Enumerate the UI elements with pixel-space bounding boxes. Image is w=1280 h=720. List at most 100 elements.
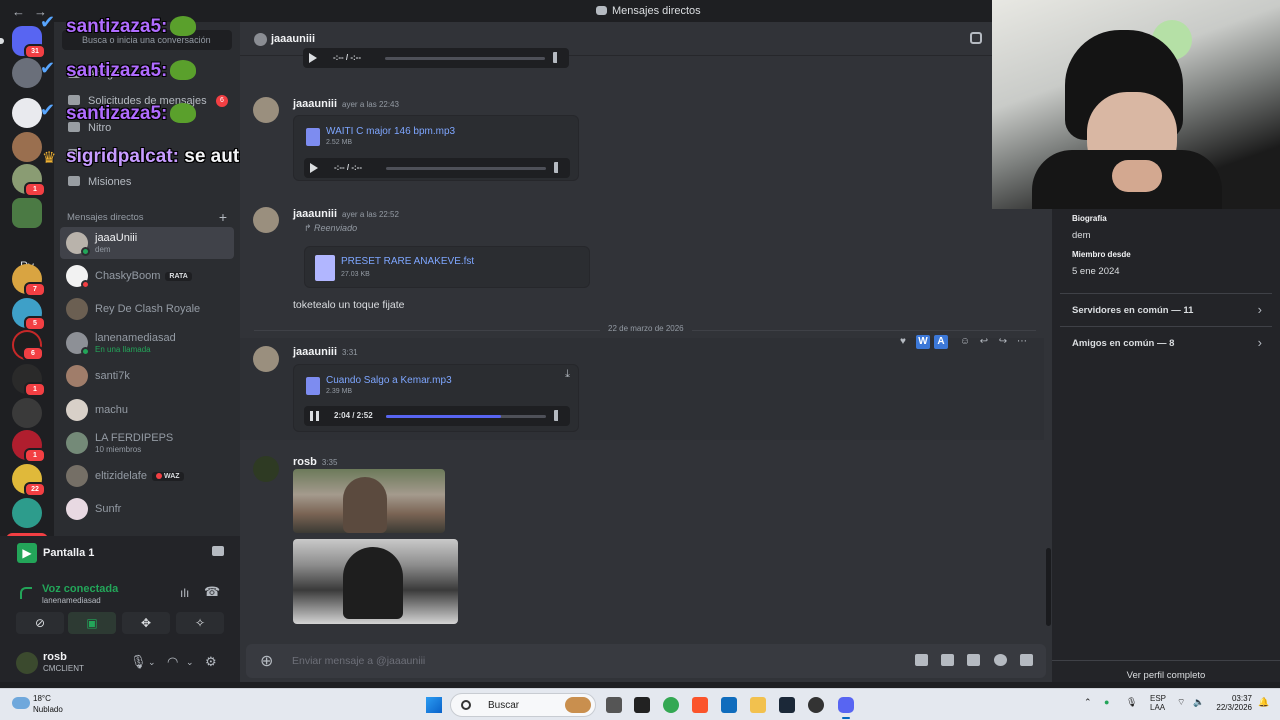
task-view-icon[interactable] xyxy=(606,697,622,713)
chevron-down-icon[interactable]: ⌄ xyxy=(186,657,194,668)
store-icon[interactable] xyxy=(721,697,737,713)
app-icon[interactable] xyxy=(634,697,650,713)
weather-temp[interactable]: 18°C xyxy=(33,694,51,703)
file-link[interactable]: Cuando Salgo a Kemar.mp3 xyxy=(326,375,452,386)
gear-icon[interactable]: ⚙ xyxy=(205,654,217,670)
file-explorer-icon[interactable] xyxy=(750,697,766,713)
menu-quests[interactable]: Misiones xyxy=(62,170,232,194)
heart-reaction-icon[interactable]: ♥ xyxy=(896,335,910,349)
steam-icon[interactable] xyxy=(779,697,795,713)
attach-plus-icon[interactable]: ⊕ xyxy=(260,651,273,671)
dm-item-machu[interactable]: machu xyxy=(60,394,234,426)
audio-player[interactable]: 2:04 / 2:52 xyxy=(304,406,570,426)
microphone-icon[interactable]: 🎙 xyxy=(1126,697,1137,708)
server-icon[interactable]: 5 xyxy=(12,298,46,331)
cloud-icon[interactable] xyxy=(12,697,30,709)
server-icon[interactable] xyxy=(12,58,42,88)
tray-app-icon[interactable]: ● xyxy=(1104,697,1109,707)
brave-icon[interactable] xyxy=(692,697,708,713)
a-reaction-icon[interactable]: A xyxy=(934,335,948,349)
dm-item-rey-de-clash-royale[interactable]: Rey De Clash Royale xyxy=(60,293,234,325)
progress-bar[interactable] xyxy=(386,415,546,418)
create-dm-plus-icon[interactable]: + xyxy=(219,209,227,225)
server-icon[interactable] xyxy=(12,198,42,228)
home-button[interactable]: 31 xyxy=(0,26,46,59)
headphones-icon[interactable]: ◠ xyxy=(167,654,178,670)
add-reaction-icon[interactable]: ☺ xyxy=(958,335,972,349)
phone-call-icon[interactable] xyxy=(970,32,982,44)
back-arrow-icon[interactable]: ← xyxy=(12,4,25,19)
chevron-up-icon[interactable]: ⌃ xyxy=(1084,697,1092,708)
play-icon[interactable] xyxy=(309,53,317,63)
avatar[interactable] xyxy=(253,346,279,372)
notification-bell-icon[interactable]: 🔔 xyxy=(1258,697,1269,708)
dm-item-chaskyboom[interactable]: ChaskyBoom RATA xyxy=(60,260,234,292)
sticker-icon[interactable] xyxy=(967,654,980,666)
message-author[interactable]: jaaauniii ayer a las 22:52 xyxy=(293,208,399,220)
server-icon[interactable]: 1 xyxy=(12,430,46,463)
camera-off-button[interactable]: ⊘ xyxy=(16,612,64,634)
avatar[interactable] xyxy=(253,456,279,482)
activities-button[interactable]: ✥ xyxy=(122,612,170,634)
gif-icon[interactable] xyxy=(941,654,954,666)
server-icon[interactable] xyxy=(12,398,42,428)
gift-icon[interactable] xyxy=(915,654,928,666)
download-icon[interactable]: ⤓ xyxy=(565,368,570,381)
volume-icon[interactable] xyxy=(554,162,564,173)
server-icon[interactable]: 22 xyxy=(12,464,46,497)
pause-icon[interactable] xyxy=(310,411,319,421)
wifi-icon[interactable]: ⌔ xyxy=(1177,697,1185,708)
server-icon[interactable] xyxy=(12,132,42,162)
more-options-icon[interactable]: ⋯ xyxy=(1015,335,1029,349)
dm-item-lanenamediasad[interactable]: lanenamediasad En una llamada xyxy=(60,327,234,359)
dm-item-la-ferdipeps[interactable]: LA FERDIPEPS 10 miembros xyxy=(60,427,234,459)
weather-condition[interactable]: Nublado xyxy=(33,705,63,714)
dm-item-santi7k[interactable]: santi7k xyxy=(60,360,234,392)
server-icon[interactable]: 1 xyxy=(12,364,46,397)
mutual-servers-row[interactable]: Servidores en común — 11 › xyxy=(1060,293,1272,325)
audio-player[interactable]: -:-- / -:-- xyxy=(303,48,569,68)
play-icon[interactable] xyxy=(310,163,318,173)
speaker-icon[interactable]: 🔈 xyxy=(1193,697,1204,708)
apps-icon[interactable] xyxy=(1020,654,1033,666)
taskbar-search[interactable]: Buscar xyxy=(450,693,596,717)
stop-stream-icon[interactable] xyxy=(212,546,224,556)
progress-bar[interactable] xyxy=(386,167,546,170)
voice-status[interactable]: Voz conectada xyxy=(42,583,118,595)
audio-player[interactable]: -:-- / -:-- xyxy=(304,158,570,178)
progress-bar[interactable] xyxy=(385,57,545,60)
voice-channel[interactable]: lanenamediasad xyxy=(42,596,101,605)
message-author[interactable]: jaaauniii 3:31 xyxy=(293,346,358,358)
disconnect-icon[interactable]: ☎ xyxy=(204,584,220,600)
server-icon[interactable]: 1 xyxy=(12,164,46,197)
volume-icon[interactable] xyxy=(554,410,564,421)
message-input[interactable]: Enviar mensaje a @jaaauniii xyxy=(292,655,425,667)
w-reaction-icon[interactable]: W xyxy=(916,335,930,349)
mutual-friends-row[interactable]: Amigos en común — 8 › xyxy=(1060,326,1272,358)
app-icon[interactable] xyxy=(808,697,824,713)
forward-icon[interactable]: ↪ xyxy=(996,335,1010,349)
stream-button[interactable]: ▣ xyxy=(68,612,116,634)
server-icon[interactable] xyxy=(12,98,42,128)
language-indicator[interactable]: ESP LAA xyxy=(1150,694,1166,712)
chevron-down-icon[interactable]: ⌄ xyxy=(148,657,156,668)
reply-icon[interactable]: ↩ xyxy=(977,335,991,349)
dm-item-sunfr[interactable]: Sunfr xyxy=(60,493,234,525)
message-author[interactable]: rosb 3:35 xyxy=(293,456,337,468)
scrollbar[interactable] xyxy=(1046,548,1051,626)
avatar[interactable] xyxy=(253,207,279,233)
chrome-icon[interactable] xyxy=(663,697,679,713)
discord-icon[interactable] xyxy=(838,697,854,719)
clock[interactable]: 03:37 22/3/2026 xyxy=(1214,694,1252,712)
screen-share-row[interactable]: ▶ Pantalla 1 xyxy=(10,543,230,567)
microphone-icon[interactable]: 🎙 xyxy=(130,654,147,670)
server-icon[interactable]: 6 xyxy=(12,330,44,361)
soundboard-icon[interactable]: ılı xyxy=(180,586,189,600)
avatar[interactable] xyxy=(253,97,279,123)
file-link[interactable]: PRESET RARE ANAKEVE.fst xyxy=(341,256,474,267)
windows-start-icon[interactable] xyxy=(426,697,442,713)
message-author[interactable]: jaaauniii ayer a las 22:43 xyxy=(293,98,399,110)
emoji-icon[interactable] xyxy=(994,654,1007,666)
soundboard-button[interactable]: ✧ xyxy=(176,612,224,634)
view-full-profile-link[interactable]: Ver perfil completo xyxy=(1052,660,1280,682)
